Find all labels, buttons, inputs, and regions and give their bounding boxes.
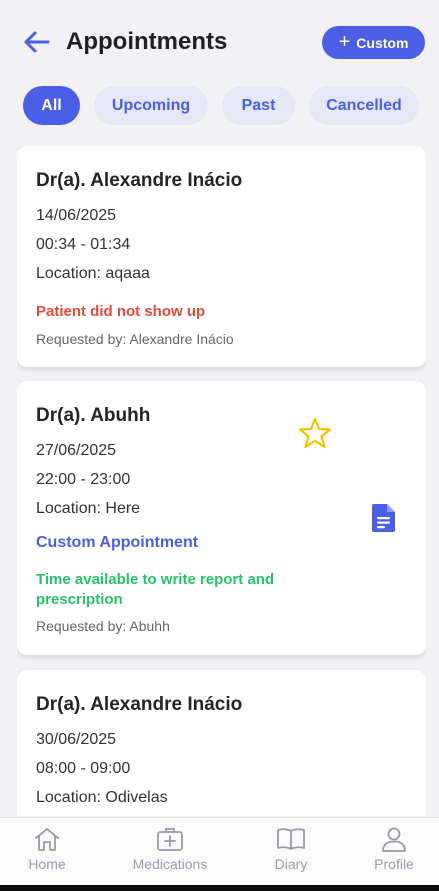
appointment-time: 00:34 - 01:34 xyxy=(36,236,131,253)
appointment-date: 30/06/2025 xyxy=(36,731,117,748)
custom-button-label: Custom xyxy=(356,34,409,51)
plus-icon: + xyxy=(338,30,351,53)
person-icon xyxy=(382,827,406,852)
tab-home[interactable]: Home xyxy=(17,818,77,886)
filter-past[interactable]: Past xyxy=(222,86,295,125)
tab-label: Profile xyxy=(374,856,414,872)
star-icon xyxy=(298,417,332,449)
appointment-card[interactable]: Dr(a). Abuhh 27/06/2025 22:00 - 23:00 Lo… xyxy=(17,381,426,655)
appointment-date: 14/06/2025 xyxy=(36,207,117,224)
doctor-name: Dr(a). Alexandre Inácio xyxy=(36,170,243,191)
tab-diary[interactable]: Diary xyxy=(266,818,316,886)
appointment-list[interactable]: Dr(a). Alexandre Inácio 14/06/2025 00:34… xyxy=(17,146,426,816)
custom-appointment-label[interactable]: Custom Appointment xyxy=(36,534,198,552)
favorite-button[interactable] xyxy=(298,416,332,450)
requested-by: Requested by: Abuhh xyxy=(36,618,170,634)
arrow-left-icon xyxy=(24,31,50,53)
appointment-location: Location: Odivelas xyxy=(36,789,168,806)
tab-label: Medications xyxy=(132,856,208,872)
add-custom-appointment-button[interactable]: + Custom xyxy=(322,26,425,59)
back-button[interactable] xyxy=(20,28,52,56)
appointment-time: 08:00 - 09:00 xyxy=(36,760,131,777)
filter-cancelled[interactable]: Cancelled xyxy=(309,86,419,125)
tab-label: Diary xyxy=(274,856,308,872)
filter-upcoming[interactable]: Upcoming xyxy=(94,86,208,125)
page-title: Appointments xyxy=(66,28,228,55)
system-bottom-bar xyxy=(0,885,439,891)
filter-all[interactable]: All xyxy=(23,86,80,125)
book-icon xyxy=(277,828,305,850)
filter-chips: All Upcoming Past Cancelled xyxy=(23,86,419,125)
tab-label: Home xyxy=(28,856,66,872)
tab-profile[interactable]: Profile xyxy=(365,818,423,886)
document-icon xyxy=(372,504,395,532)
doctor-name: Dr(a). Abuhh xyxy=(36,405,151,426)
medical-kit-icon xyxy=(157,828,183,851)
status-text: Time available to write report and presc… xyxy=(36,571,275,608)
home-icon xyxy=(35,828,59,851)
appointment-location: Location: Here xyxy=(36,500,141,517)
appointment-time: 22:00 - 23:00 xyxy=(36,471,131,488)
appointment-card[interactable]: Dr(a). Alexandre Inácio 30/06/2025 08:00… xyxy=(17,670,426,816)
appointment-location: Location: aqaaa xyxy=(36,265,150,282)
appointment-card[interactable]: Dr(a). Alexandre Inácio 14/06/2025 00:34… xyxy=(17,146,426,367)
tab-medications[interactable]: Medications xyxy=(125,818,215,886)
bottom-tab-bar: Home Medications Diary Profile xyxy=(0,817,439,885)
doctor-name: Dr(a). Alexandre Inácio xyxy=(36,694,243,715)
requested-by: Requested by: Alexandre Inácio xyxy=(36,331,234,347)
report-document-button[interactable] xyxy=(370,502,398,534)
appointment-date: 27/06/2025 xyxy=(36,442,117,459)
header: Appointments + Custom xyxy=(0,0,439,86)
status-text: Patient did not show up xyxy=(36,303,206,320)
